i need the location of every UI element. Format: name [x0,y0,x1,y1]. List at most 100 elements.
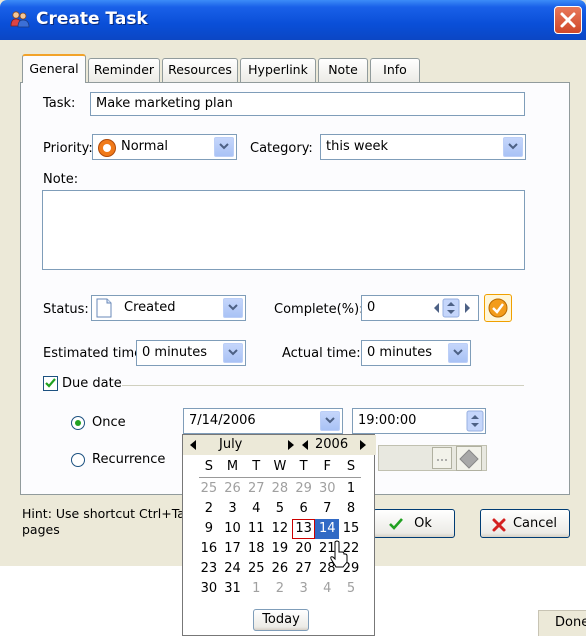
category-select[interactable]: this week [320,134,526,160]
next-month-icon[interactable] [287,440,295,450]
category-label: Category: [250,141,313,156]
actual-time-dropdown-button[interactable] [448,343,468,363]
calendar-month[interactable]: July [219,437,242,452]
calendar-day[interactable]: 4 [244,499,268,519]
complete-spin-arrows-icon[interactable] [428,298,476,318]
chevron-down-icon [453,349,463,356]
calendar-week-row: 25 26 27 28 29 30 1 [197,479,363,499]
calendar-day[interactable]: 1 [339,479,363,499]
recurrence-apply-button[interactable] [456,446,482,471]
priority-normal-icon [98,139,116,157]
calendar-day[interactable]: 4 [315,579,339,599]
checkmark-icon [45,378,56,388]
weekday-label: W [273,459,287,474]
calendar-day[interactable]: 27 [244,479,268,499]
priority-label: Priority: [43,141,93,156]
calendar-day[interactable]: 25 [197,479,221,499]
priority-dropdown-button[interactable] [214,137,234,157]
time-spin-arrows-icon[interactable] [466,410,484,432]
tab-reminder[interactable]: Reminder [88,58,160,82]
once-label: Once [92,415,126,430]
tab-note[interactable]: Note [318,58,368,82]
tab-info[interactable]: Info [370,58,420,82]
calendar-day[interactable]: 14 [315,519,340,539]
close-button[interactable] [554,6,582,34]
weekday-label: S [346,459,356,474]
recurrence-label: Recurrence [92,452,166,467]
complete-label: Complete(%): [274,302,364,317]
calendar-day[interactable]: 5 [339,579,363,599]
calendar-day[interactable]: 23 [197,559,221,579]
due-date-input[interactable]: 7/14/2006 [183,408,343,434]
calendar-day[interactable]: 28 [268,479,292,499]
calendar-year[interactable]: 2006 [315,437,348,452]
calendar-day[interactable]: 26 [268,559,292,579]
tab-hyperlink[interactable]: Hyperlink [240,58,316,82]
estimated-time-dropdown-button[interactable] [223,343,243,363]
calendar-day[interactable]: 27 [292,559,316,579]
calendar-day[interactable]: 29 [292,479,316,499]
calendar-day[interactable]: 3 [292,579,316,599]
prev-year-icon[interactable] [301,440,309,450]
calendar-day[interactable]: 11 [244,519,268,539]
checkmark-icon [389,518,403,530]
status-dropdown-button[interactable] [223,298,243,318]
calendar-day[interactable]: 30 [197,579,221,599]
calendar-day[interactable]: 12 [268,519,292,539]
calendar-day[interactable]: 8 [339,499,363,519]
title-bar[interactable]: Create Task [0,0,586,40]
task-input[interactable]: Make marketing plan [90,92,525,116]
calendar-day[interactable]: 3 [221,499,245,519]
date-picker-popup: July 2006 SMTWTFS 25 26 27 28 29 30 1 2 3 4 5 6 7 8 9 1… [182,434,376,636]
prev-month-icon[interactable] [189,440,197,450]
calendar-day[interactable]: 6 [292,499,316,519]
status-value: Created [124,300,176,315]
due-date-dropdown-button[interactable] [320,411,340,431]
calendar-day[interactable]: 24 [221,559,245,579]
due-date-checkbox[interactable] [43,376,58,391]
calendar-day[interactable]: 25 [244,559,268,579]
due-date-divider [122,385,524,386]
calendar-week-row: 9 10 11 12 13 14 15 [197,519,363,539]
today-button[interactable]: Today [253,609,309,631]
calendar-day[interactable]: 26 [221,479,245,499]
calendar-day[interactable]: 31 [221,579,245,599]
calendar-day[interactable]: 5 [268,499,292,519]
ellipsis-icon [437,459,447,461]
x-icon [492,518,506,532]
next-year-icon[interactable] [359,440,367,450]
calendar-day[interactable]: 18 [244,539,268,559]
category-dropdown-button[interactable] [503,137,523,157]
calendar-day[interactable]: 2 [268,579,292,599]
weekday-label: M [226,459,239,474]
note-label: Note: [43,172,79,187]
calendar-day[interactable]: 16 [197,539,221,559]
complete-check-button[interactable] [484,294,512,322]
recurrence-radio[interactable] [71,453,85,467]
calendar-day[interactable]: 9 [197,519,221,539]
ok-button[interactable]: Ok [373,509,455,538]
chevron-down-icon [325,417,335,424]
calendar-day[interactable]: 1 [244,579,268,599]
cancel-button[interactable]: Cancel [480,509,570,538]
radio-dot-icon [75,420,81,426]
calendar-day[interactable]: 7 [315,499,339,519]
tab-resources[interactable]: Resources [162,58,238,82]
cancel-label: Cancel [512,516,558,531]
tab-general[interactable]: General [22,54,86,83]
note-textarea[interactable] [42,190,525,270]
calendar-day[interactable]: 2 [197,499,221,519]
recurrence-ellipsis-button[interactable] [432,447,452,469]
chevron-down-icon [228,349,238,356]
once-radio[interactable] [71,416,85,430]
calendar-day[interactable]: 10 [221,519,245,539]
calendar-day[interactable]: 19 [268,539,292,559]
calendar-day[interactable]: 13 [291,519,316,539]
status-label: Status: [43,302,89,317]
chevron-down-icon [219,143,229,150]
calendar-day[interactable]: 17 [221,539,245,559]
calendar-day[interactable]: 15 [339,519,363,539]
task-label: Task: [43,96,76,111]
calendar-day[interactable]: 30 [315,479,339,499]
calendar-day[interactable]: 20 [292,539,316,559]
